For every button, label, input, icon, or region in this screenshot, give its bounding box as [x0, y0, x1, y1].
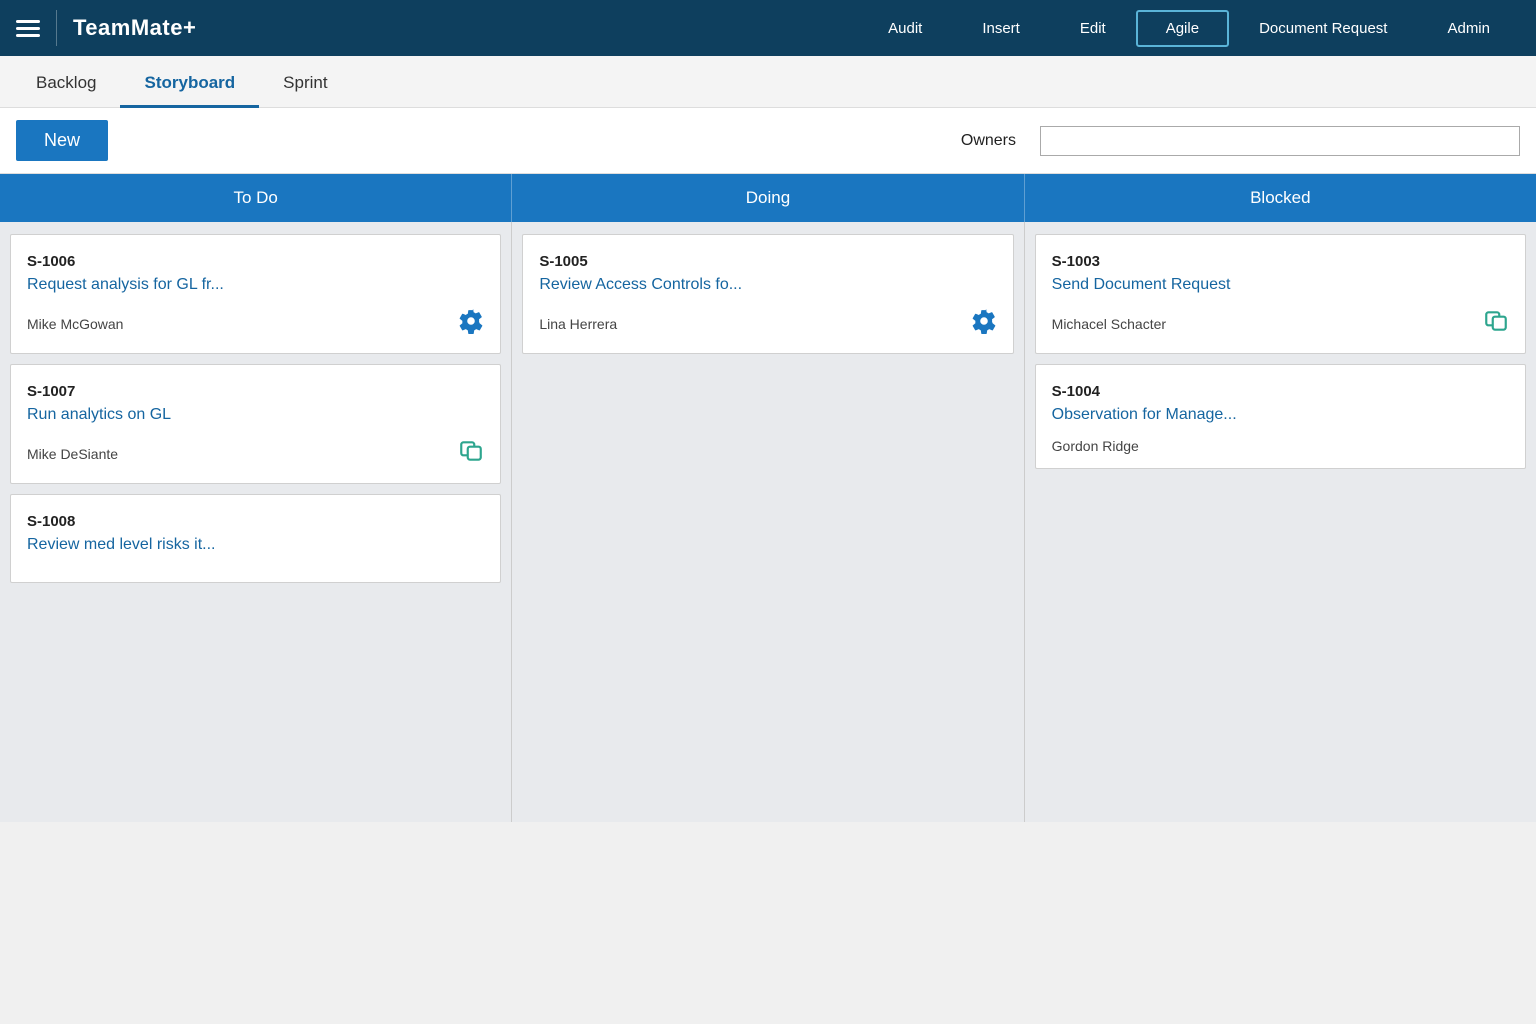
hamburger-button[interactable] [16, 20, 40, 37]
card-id: S-1007 [27, 383, 484, 400]
card[interactable]: S-1004 Observation for Manage... Gordon Ri… [1035, 364, 1526, 469]
card-title: Request analysis for GL fr... [27, 276, 484, 294]
toolbar: New Owners [0, 108, 1536, 174]
document-icon[interactable] [458, 438, 484, 469]
card[interactable]: S-1006 Request analysis for GL fr... Mike … [10, 234, 501, 354]
col-header-doing: Doing [511, 174, 1023, 222]
owners-label: Owners [961, 132, 1016, 150]
card-title: Review med level risks it... [27, 536, 484, 554]
card-id: S-1006 [27, 253, 484, 270]
card-id: S-1004 [1052, 383, 1509, 400]
card[interactable]: S-1003 Send Document Request Michacel Scha… [1035, 234, 1526, 354]
card-footer: Lina Herrera [539, 308, 996, 339]
nav-document-request[interactable]: Document Request [1229, 10, 1417, 47]
owners-input[interactable] [1040, 126, 1520, 156]
nav-menu: Audit Insert Edit Agile Document Request… [858, 10, 1520, 47]
card-id: S-1008 [27, 513, 484, 530]
board: S-1006 Request analysis for GL fr... Mike … [0, 222, 1536, 822]
top-nav: TeamMate+ Audit Insert Edit Agile Docume… [0, 0, 1536, 56]
card-footer: Mike McGowan [27, 308, 484, 339]
tab-sprint[interactable]: Sprint [259, 61, 351, 108]
col-header-blocked: Blocked [1024, 174, 1536, 222]
card-id: S-1003 [1052, 253, 1509, 270]
col-header-todo: To Do [0, 174, 511, 222]
card-owner: Gordon Ridge [1052, 438, 1139, 454]
nav-audit[interactable]: Audit [858, 10, 952, 47]
card-title: Review Access Controls fo... [539, 276, 996, 294]
new-button[interactable]: New [16, 120, 108, 161]
brand-name: TeamMate+ [73, 15, 196, 41]
card-footer: Gordon Ridge [1052, 438, 1509, 454]
sub-tabs: Backlog Storyboard Sprint [0, 56, 1536, 108]
nav-edit[interactable]: Edit [1050, 10, 1136, 47]
card-owner: Lina Herrera [539, 316, 617, 332]
nav-admin[interactable]: Admin [1417, 10, 1520, 47]
nav-insert[interactable]: Insert [952, 10, 1050, 47]
board-headers: To Do Doing Blocked [0, 174, 1536, 222]
document-icon[interactable] [1483, 308, 1509, 339]
card[interactable]: S-1008 Review med level risks it... [10, 494, 501, 583]
board-col-doing: S-1005 Review Access Controls fo... Lina H… [512, 222, 1024, 822]
card-title: Run analytics on GL [27, 406, 484, 424]
gear-icon[interactable] [971, 308, 997, 339]
card-footer: Michacel Schacter [1052, 308, 1509, 339]
board-col-to-do: S-1006 Request analysis for GL fr... Mike … [0, 222, 512, 822]
card-footer: Mike DeSiante [27, 438, 484, 469]
card-owner: Mike DeSiante [27, 446, 118, 462]
card-owner: Michacel Schacter [1052, 316, 1166, 332]
card-owner: Mike McGowan [27, 316, 123, 332]
gear-icon[interactable] [458, 308, 484, 339]
nav-agile[interactable]: Agile [1136, 10, 1229, 47]
card-title: Send Document Request [1052, 276, 1509, 294]
card[interactable]: S-1007 Run analytics on GL Mike DeSiante [10, 364, 501, 484]
tab-backlog[interactable]: Backlog [12, 61, 120, 108]
board-col-blocked: S-1003 Send Document Request Michacel Scha… [1025, 222, 1536, 822]
tab-storyboard[interactable]: Storyboard [120, 61, 259, 108]
card[interactable]: S-1005 Review Access Controls fo... Lina H… [522, 234, 1013, 354]
card-id: S-1005 [539, 253, 996, 270]
nav-divider [56, 10, 57, 46]
card-title: Observation for Manage... [1052, 406, 1509, 424]
